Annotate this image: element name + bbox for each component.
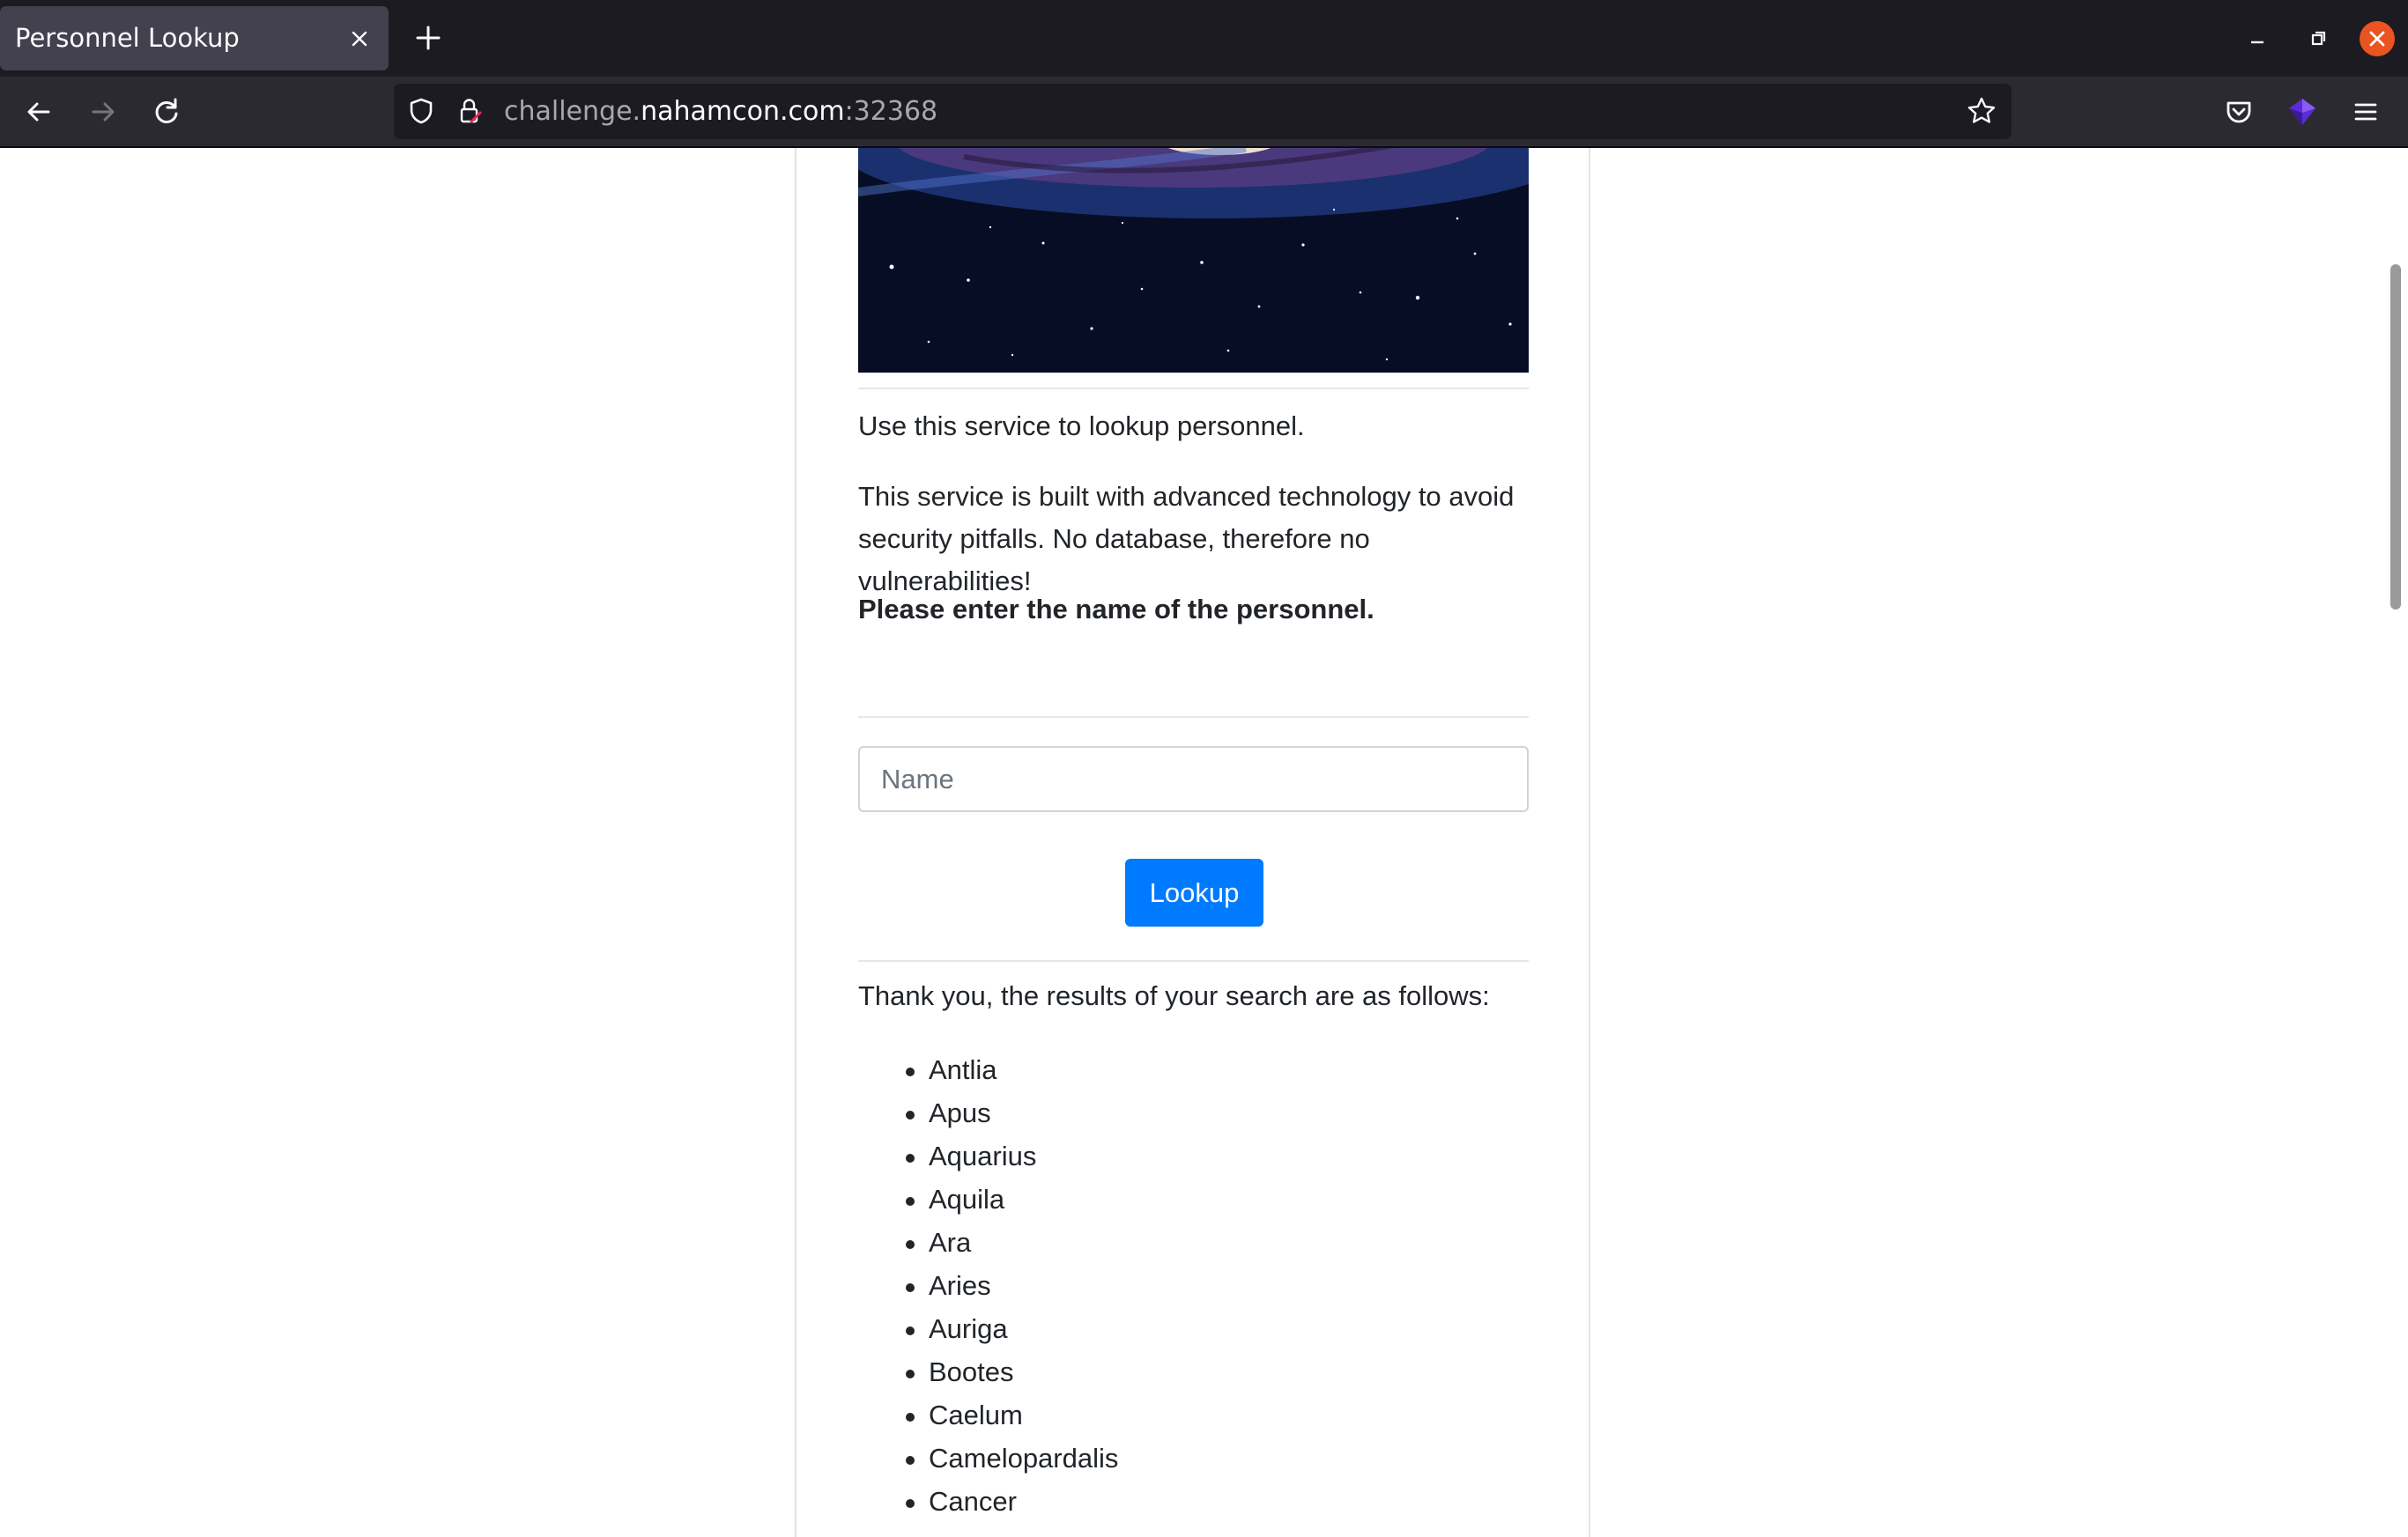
url-prefix: challenge.	[504, 96, 641, 127]
list-item: Bootes	[858, 1351, 1118, 1394]
reload-icon[interactable]	[149, 94, 184, 129]
list-item: Aries	[858, 1265, 1118, 1308]
list-item: Aquarius	[858, 1135, 1118, 1179]
shield-icon[interactable]	[405, 95, 437, 127]
tab-close-icon[interactable]	[345, 25, 374, 53]
back-icon[interactable]	[21, 94, 56, 129]
new-tab-plus-icon[interactable]	[412, 22, 444, 54]
scrollbar[interactable]	[2390, 264, 2401, 610]
extension-icon[interactable]	[2285, 94, 2320, 129]
name-input[interactable]	[858, 746, 1529, 812]
list-item: Auriga	[858, 1308, 1118, 1351]
browser-tab[interactable]: Personnel Lookup	[0, 6, 389, 70]
lookup-button[interactable]: Lookup	[1125, 859, 1263, 927]
divider	[858, 716, 1529, 718]
url-port: :32368	[844, 96, 938, 127]
galaxy-illustration	[858, 148, 1529, 373]
url-text: challenge.nahamcon.com:32368	[504, 84, 937, 139]
content-card: Use this service to lookup personnel. Th…	[795, 148, 1590, 1537]
results-list: Antlia Apus Aquarius Aquila Ara Aries Au…	[858, 1049, 1118, 1524]
pocket-icon[interactable]	[2221, 94, 2256, 129]
address-bar[interactable]: challenge.nahamcon.com:32368	[394, 84, 2012, 139]
browser-titlebar: Personnel Lookup	[0, 0, 2408, 77]
description-text: This service is built with advanced tech…	[858, 481, 1515, 596]
lock-icon[interactable]	[454, 95, 485, 127]
galaxy-header-image	[858, 148, 1529, 373]
url-host: nahamcon.com	[641, 96, 845, 127]
window-minimize-icon[interactable]	[2241, 23, 2273, 55]
browser-toolbar: challenge.nahamcon.com:32368	[0, 77, 2408, 148]
list-item: Cancer	[858, 1481, 1118, 1524]
list-item: Apus	[858, 1092, 1118, 1135]
list-item: Ara	[858, 1222, 1118, 1265]
prompt-text: Please enter the name of the personnel.	[858, 594, 1374, 624]
list-item: Antlia	[858, 1049, 1118, 1092]
list-item: Caelum	[858, 1394, 1118, 1437]
intro-text: Use this service to lookup personnel.	[858, 410, 1305, 441]
tab-title: Personnel Lookup	[15, 23, 240, 53]
forward-icon[interactable]	[85, 94, 121, 129]
list-item: Camelopardalis	[858, 1437, 1118, 1481]
results-heading: Thank you, the results of your search ar…	[858, 980, 1490, 1011]
divider	[858, 388, 1529, 389]
page-viewport: Use this service to lookup personnel. Th…	[0, 148, 2408, 1537]
list-item: Aquila	[858, 1179, 1118, 1222]
window-close-icon[interactable]	[2360, 21, 2395, 56]
window-restore-icon[interactable]	[2302, 23, 2334, 55]
menu-icon[interactable]	[2348, 94, 2383, 129]
divider	[858, 960, 1529, 962]
star-icon[interactable]	[1966, 95, 1997, 127]
